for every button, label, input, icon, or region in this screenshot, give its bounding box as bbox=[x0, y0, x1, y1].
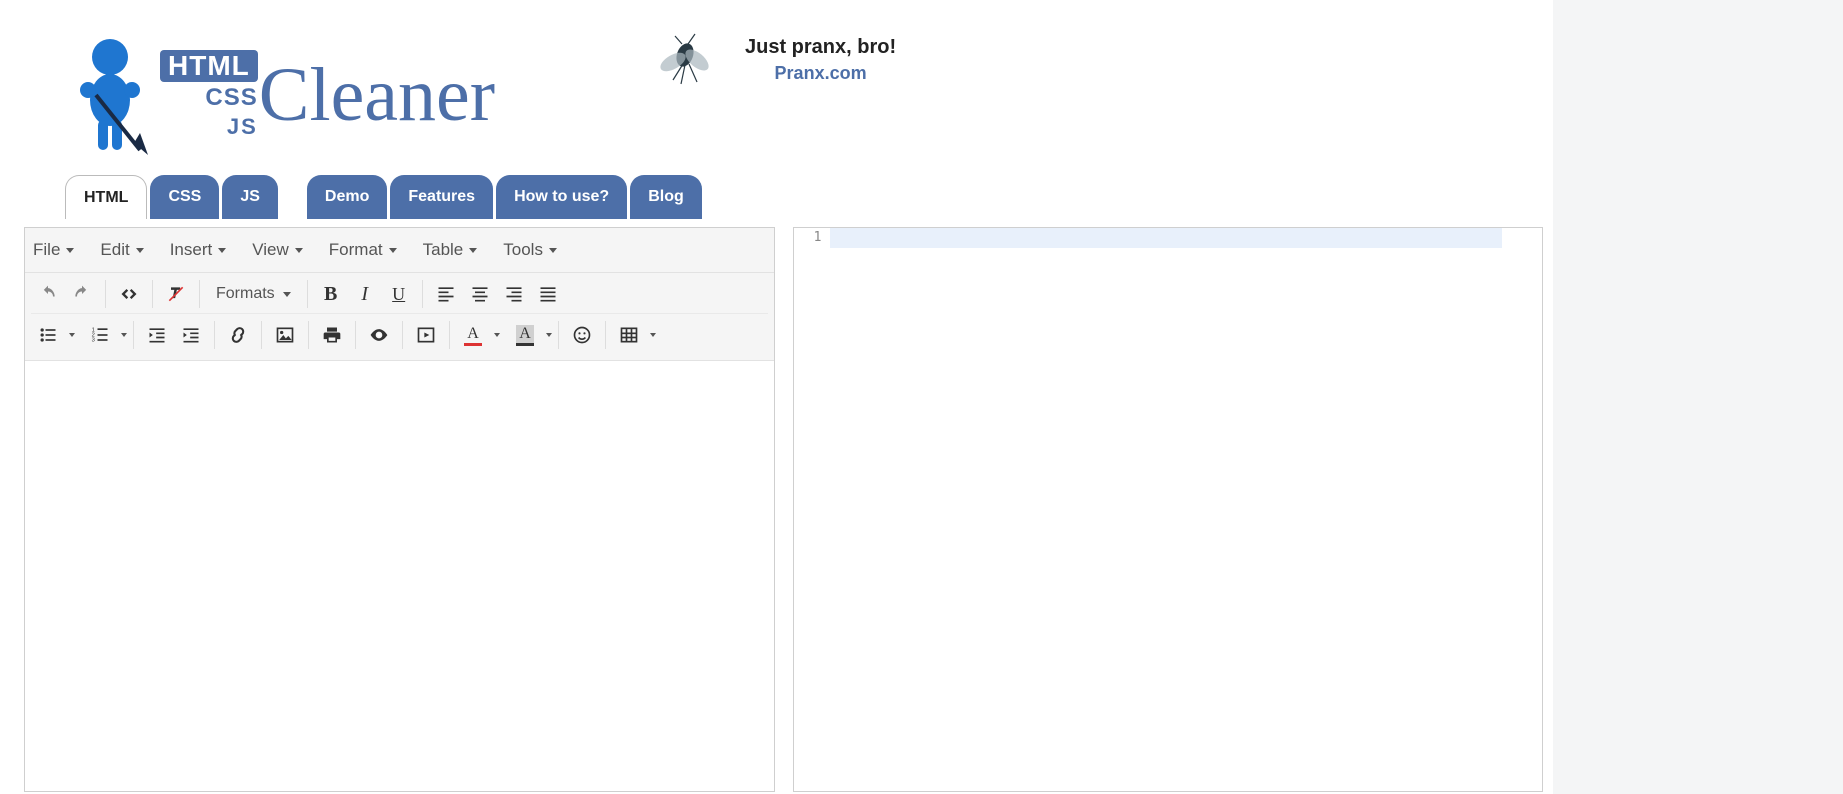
align-right-button[interactable] bbox=[497, 277, 531, 311]
logo-cleaner-word: Cleaner bbox=[259, 61, 495, 129]
redo-button[interactable] bbox=[65, 277, 99, 311]
right-sidebar-panel bbox=[1553, 0, 1843, 794]
mascot-icon bbox=[70, 35, 150, 155]
editor-menu-bar: File Edit Insert View Format Table Tools bbox=[25, 228, 774, 273]
tab-html[interactable]: HTML bbox=[65, 175, 147, 219]
chevron-down-icon bbox=[283, 292, 291, 297]
chevron-down-icon[interactable] bbox=[494, 333, 500, 337]
menu-edit[interactable]: Edit bbox=[100, 240, 143, 260]
logo-html-badge: HTML bbox=[160, 50, 258, 82]
numbered-list-button[interactable]: 123 bbox=[83, 318, 117, 352]
tab-how-to-use[interactable]: How to use? bbox=[496, 175, 627, 219]
print-button[interactable] bbox=[315, 318, 349, 352]
chevron-down-icon[interactable] bbox=[546, 333, 552, 337]
menu-file[interactable]: File bbox=[33, 240, 74, 260]
chevron-down-icon bbox=[295, 248, 303, 253]
editor-toolbar: Formats B I U bbox=[25, 273, 774, 361]
insert-link-button[interactable] bbox=[221, 318, 255, 352]
editor-row: File Edit Insert View Format Table Tools bbox=[24, 227, 1543, 792]
svg-text:3: 3 bbox=[92, 338, 95, 344]
align-justify-button[interactable] bbox=[531, 277, 565, 311]
source-code-panel[interactable]: 1 bbox=[793, 227, 1544, 792]
ad-title: Just pranx, bro! bbox=[745, 36, 896, 59]
emoticons-button[interactable] bbox=[565, 318, 599, 352]
background-color-button[interactable]: A bbox=[508, 318, 542, 352]
bullet-list-button[interactable] bbox=[31, 318, 65, 352]
tab-demo[interactable]: Demo bbox=[307, 175, 387, 219]
formats-dropdown[interactable]: Formats bbox=[206, 277, 301, 311]
chevron-down-icon[interactable] bbox=[69, 333, 75, 337]
page-header: HTML CSS JS Cleaner Just pranx, bro! Pra… bbox=[70, 0, 1543, 175]
preview-button[interactable] bbox=[362, 318, 396, 352]
code-text[interactable] bbox=[830, 228, 1503, 248]
site-logo[interactable]: HTML CSS JS Cleaner bbox=[70, 35, 495, 155]
logo-css-label: CSS bbox=[205, 84, 257, 112]
line-number: 1 bbox=[794, 228, 830, 248]
chevron-down-icon bbox=[549, 248, 557, 253]
insert-image-button[interactable] bbox=[268, 318, 302, 352]
menu-format[interactable]: Format bbox=[329, 240, 397, 260]
menu-insert[interactable]: Insert bbox=[170, 240, 227, 260]
italic-button[interactable]: I bbox=[348, 277, 382, 311]
insert-media-button[interactable] bbox=[409, 318, 443, 352]
text-color-button[interactable]: A bbox=[456, 318, 490, 352]
ad-text: Just pranx, bro! Pranx.com bbox=[745, 36, 896, 84]
clear-formatting-button[interactable] bbox=[159, 277, 193, 311]
logo-text-stack: HTML CSS JS bbox=[160, 50, 258, 140]
wysiwyg-editor-panel: File Edit Insert View Format Table Tools bbox=[24, 227, 775, 792]
chevron-down-icon bbox=[218, 248, 226, 253]
fly-icon bbox=[655, 30, 715, 90]
chevron-down-icon[interactable] bbox=[121, 333, 127, 337]
bold-button[interactable]: B bbox=[314, 277, 348, 311]
code-line: 1 bbox=[794, 228, 1543, 248]
chevron-down-icon bbox=[389, 248, 397, 253]
insert-table-button[interactable] bbox=[612, 318, 646, 352]
outdent-button[interactable] bbox=[140, 318, 174, 352]
chevron-down-icon[interactable] bbox=[650, 333, 656, 337]
ad-subtitle: Pranx.com bbox=[745, 63, 896, 84]
menu-tools[interactable]: Tools bbox=[503, 240, 557, 260]
align-center-button[interactable] bbox=[463, 277, 497, 311]
align-left-button[interactable] bbox=[429, 277, 463, 311]
tab-features[interactable]: Features bbox=[390, 175, 493, 219]
chevron-down-icon bbox=[66, 248, 74, 253]
chevron-down-icon bbox=[136, 248, 144, 253]
underline-button[interactable]: U bbox=[382, 277, 416, 311]
source-code-button[interactable] bbox=[112, 277, 146, 311]
tab-css[interactable]: CSS bbox=[150, 175, 219, 219]
wysiwyg-content-area[interactable] bbox=[25, 361, 774, 791]
indent-button[interactable] bbox=[174, 318, 208, 352]
tab-js[interactable]: JS bbox=[222, 175, 278, 219]
undo-button[interactable] bbox=[31, 277, 65, 311]
header-ad[interactable]: Just pranx, bro! Pranx.com bbox=[655, 30, 896, 90]
tab-blog[interactable]: Blog bbox=[630, 175, 702, 219]
chevron-down-icon bbox=[469, 248, 477, 253]
logo-js-label: JS bbox=[227, 114, 258, 140]
menu-table[interactable]: Table bbox=[423, 240, 478, 260]
menu-view[interactable]: View bbox=[252, 240, 303, 260]
